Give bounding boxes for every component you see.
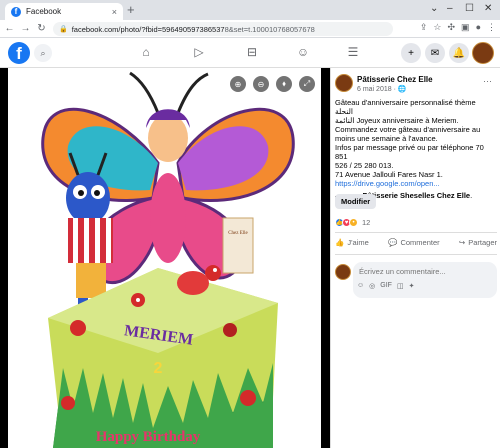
- happy-birthday-text: Happy Birthday: [96, 429, 201, 445]
- messenger-icon[interactable]: ✉: [425, 43, 445, 63]
- tab-title: Facebook: [26, 7, 62, 16]
- search-icon[interactable]: ⌕: [34, 44, 52, 62]
- facebook-logo-icon[interactable]: f: [8, 42, 30, 64]
- post-date[interactable]: 6 mai 2018 · 🌐: [357, 85, 407, 93]
- back-icon[interactable]: ←: [3, 23, 16, 34]
- post-line: 71 Avenue Jallouli Fares Nasr 1.: [335, 170, 443, 179]
- cake-number-text: 2: [154, 360, 163, 377]
- post-actions: 👍 J'aime 💬 Commenter ↪ Partager: [335, 238, 497, 247]
- watch-icon[interactable]: ▷: [190, 45, 208, 59]
- facebook-header: f ⌕ ⌂ ▷ ⊟ ☺ ☰ + ✉ 🔔: [0, 38, 500, 68]
- post-text: Gâteau d'anniversaire personnalisé thème…: [335, 98, 495, 200]
- comment-icon: 💬: [388, 238, 398, 247]
- gif-icon[interactable]: GIF: [380, 282, 392, 290]
- divider: [335, 232, 497, 233]
- minimize-button[interactable]: –: [447, 3, 453, 14]
- zoom-in-icon[interactable]: ⊕: [230, 76, 246, 92]
- url-text-rest: 8&set=t.100010768057678: [224, 24, 315, 34]
- topper-label: Chez Elle: [228, 231, 248, 236]
- post-line: 526 / 25 280 013.: [335, 161, 394, 170]
- notifications-icon[interactable]: 🔔: [449, 43, 469, 63]
- commenter-avatar[interactable]: [335, 264, 351, 280]
- like-label: J'aime: [347, 238, 369, 247]
- post-line: Commandez votre gâteau d'anniversaire au: [335, 125, 481, 134]
- browser-toolbar: ← → ↻ 🔒 facebook.com/photo/?fbid=5964905…: [0, 20, 500, 38]
- comment-box[interactable]: ☺ ◎ GIF ◫ ✦: [353, 262, 497, 298]
- comment-label: Commenter: [400, 238, 440, 247]
- post-line: النائمة Joyeux anniversaire à Meriem.: [335, 116, 459, 125]
- fullscreen-icon[interactable]: ⤢: [299, 76, 315, 92]
- lock-icon: 🔒: [59, 26, 68, 33]
- photo-viewer: Chez Elle MERIEM 2 Happy Birthday ⊕ ⊖ ⬧ …: [0, 68, 330, 448]
- share-label: Partager: [468, 238, 497, 247]
- camera-icon[interactable]: ◎: [369, 282, 375, 290]
- facebook-favicon-icon: f: [11, 6, 21, 17]
- extensions-icon[interactable]: ✣: [448, 22, 456, 33]
- reactions-summary[interactable]: 👍 ♥ • 12: [335, 218, 370, 227]
- with-suffix: .: [470, 191, 473, 200]
- post-line: moins une semaine à l'avance.: [335, 134, 438, 143]
- like-button[interactable]: 👍 J'aime: [335, 238, 369, 247]
- create-icon[interactable]: +: [401, 43, 421, 63]
- reload-icon[interactable]: ↻: [35, 23, 48, 34]
- thumbs-up-icon: 👍: [335, 238, 345, 247]
- share-page-icon[interactable]: ⇪: [420, 22, 428, 33]
- browser-menu-icon[interactable]: ⋮: [487, 22, 496, 33]
- address-bar[interactable]: 🔒 facebook.com/photo/?fbid=5964905973865…: [53, 22, 393, 36]
- marketplace-icon[interactable]: ⊟: [243, 45, 261, 59]
- wow-reaction-icon: •: [349, 218, 358, 227]
- tab-search-icon[interactable]: ⌄: [430, 3, 438, 14]
- divider: [335, 254, 497, 255]
- browser-tab[interactable]: f Facebook ×: [5, 3, 123, 20]
- sticker-icon[interactable]: ◫: [397, 282, 404, 290]
- account-avatar[interactable]: [472, 42, 494, 64]
- zoom-out-icon[interactable]: ⊖: [253, 76, 269, 92]
- post-line: Infos par message privé ou par téléphone…: [335, 143, 484, 161]
- forward-icon[interactable]: →: [19, 23, 32, 34]
- reaction-count: 12: [362, 218, 371, 227]
- bookmark-star-icon[interactable]: ☆: [433, 22, 441, 33]
- menu-icon[interactable]: ☰: [344, 45, 362, 59]
- groups-icon[interactable]: ☺: [294, 45, 312, 59]
- avatar-sticker-icon[interactable]: ✦: [409, 282, 415, 290]
- tag-icon[interactable]: ⬧: [276, 76, 292, 92]
- url-text: facebook.com/photo/?fbid=596490597386537: [71, 24, 225, 34]
- post-drive-link[interactable]: https://drive.google.com/open...: [335, 179, 495, 188]
- new-tab-button[interactable]: +: [127, 3, 135, 17]
- page-name[interactable]: Pâtisserie Chez Elle: [357, 75, 433, 84]
- tab-close-icon[interactable]: ×: [112, 7, 117, 17]
- comment-button[interactable]: 💬 Commenter: [388, 238, 440, 247]
- profile-icon[interactable]: ●: [476, 22, 481, 33]
- side-panel-icon[interactable]: ▣: [461, 22, 470, 33]
- tagged-page-link[interactable]: Pâtisserie Sheselles Chez Elle: [363, 191, 471, 200]
- close-window-button[interactable]: ✕: [484, 3, 492, 14]
- home-icon[interactable]: ⌂: [137, 45, 155, 59]
- share-button[interactable]: ↪ Partager: [459, 238, 497, 247]
- edit-button[interactable]: Modifier: [335, 194, 377, 209]
- page-avatar[interactable]: [335, 74, 353, 92]
- share-icon: ↪: [458, 238, 466, 247]
- comment-input[interactable]: [359, 267, 489, 276]
- cake-photo: Chez Elle MERIEM 2 Happy Birthday: [8, 68, 321, 448]
- post-side-panel: Pâtisserie Chez Elle 6 mai 2018 · 🌐 ··· …: [330, 68, 500, 448]
- more-options-icon[interactable]: ···: [483, 76, 492, 86]
- post-line: Gâteau d'anniversaire personnalisé thème…: [335, 98, 476, 116]
- browser-tab-bar: f Facebook × + ⌄ – ☐ ✕: [0, 0, 500, 20]
- emoji-icon[interactable]: ☺: [357, 282, 364, 290]
- maximize-button[interactable]: ☐: [465, 3, 474, 14]
